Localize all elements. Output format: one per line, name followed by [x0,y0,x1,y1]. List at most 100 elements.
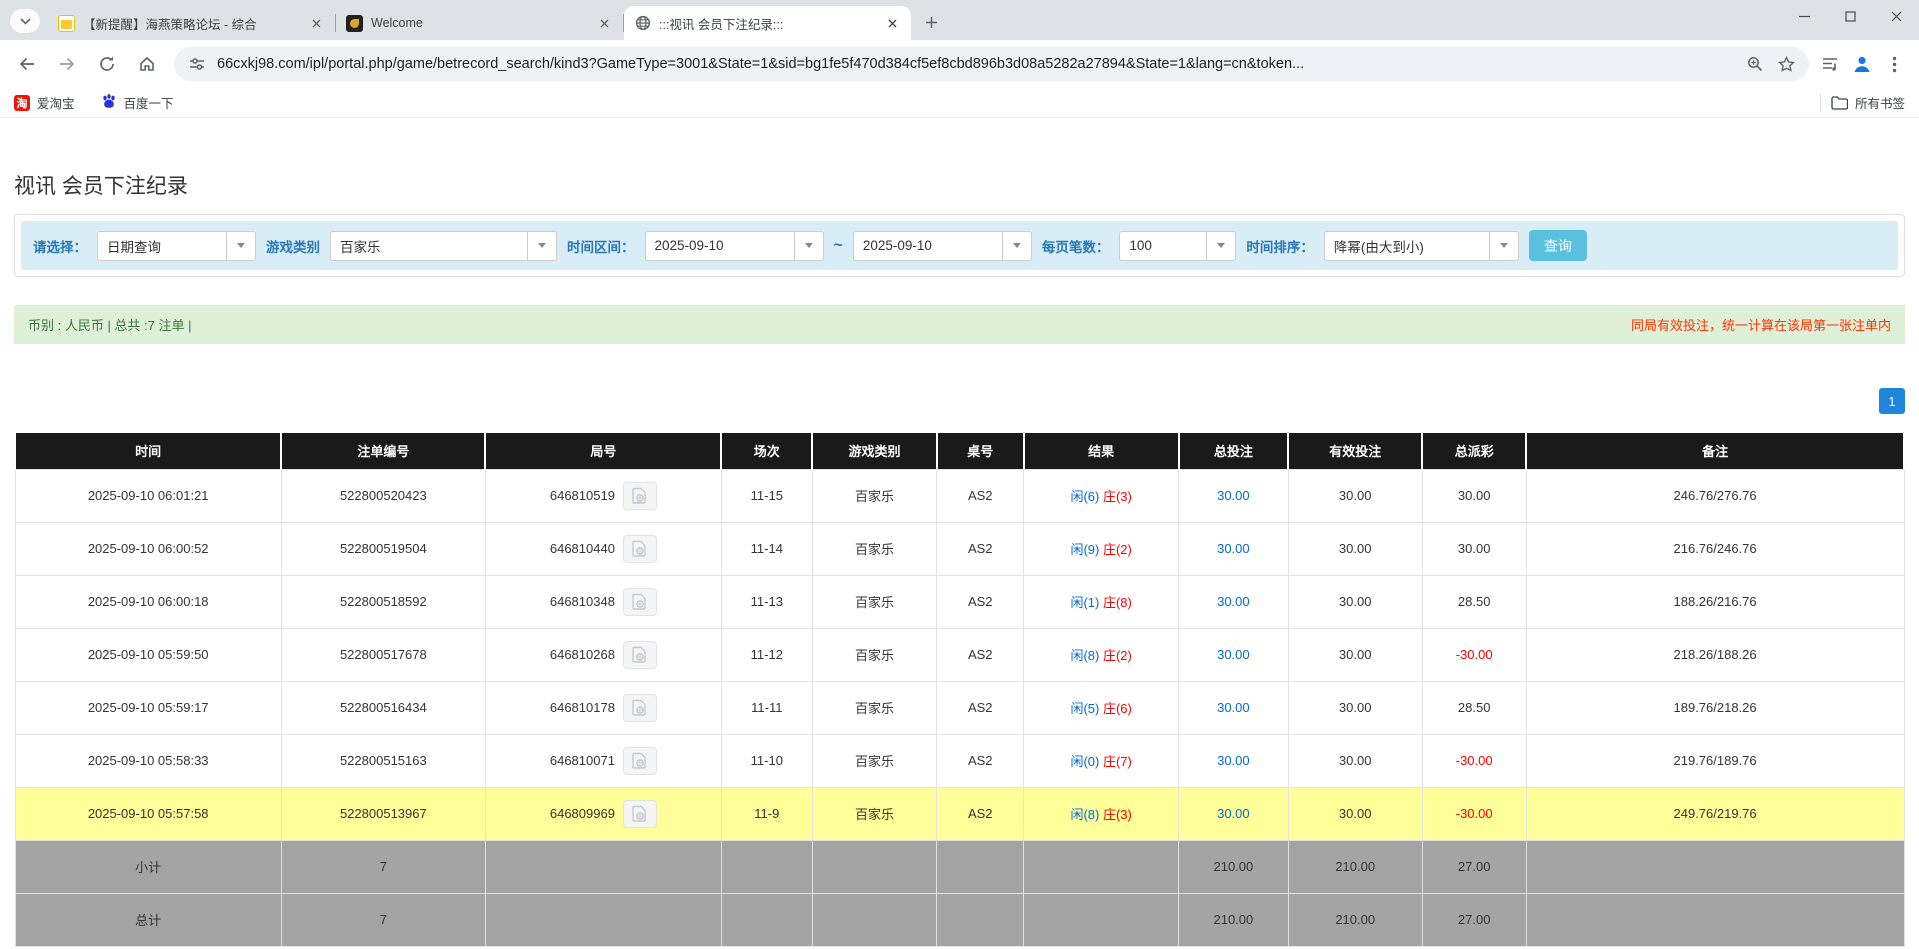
header-table-no: 桌号 [937,433,1024,469]
cell-round: 646810268 [485,628,721,681]
url-text[interactable]: 66cxkj98.com/ipl/portal.php/game/betreco… [217,56,1735,72]
header-session: 场次 [721,433,812,469]
minimize-button[interactable] [1781,0,1827,32]
cell-total-bet: 30.00 [1179,681,1289,734]
subtotal-valid-bet: 210.00 [1288,840,1422,893]
cell-time: 2025-09-10 06:01:21 [15,469,281,522]
game-type-select[interactable]: 百家乐 [330,231,557,261]
search-button[interactable]: 查询 [1529,230,1587,261]
bookmark-taobao[interactable]: 淘 爱淘宝 [14,93,75,112]
cell-game-type: 百家乐 [812,522,937,575]
filter-bar: 请选择： 日期查询 游戏类别 百家乐 时间区间： 2025-09-10 ~ 20 [21,221,1898,270]
chevron-down-icon[interactable] [1206,232,1235,260]
cell-game-type: 百家乐 [812,681,937,734]
total-bet-link[interactable]: 30.00 [1217,806,1250,821]
header-bet-id: 注单编号 [281,433,485,469]
tab-strip: 【新提醒】海燕策略论坛 - 综合 Welcome :::视讯 会员下注纪录::: [0,0,1919,40]
site-settings-icon[interactable] [186,53,208,75]
forward-button[interactable] [50,47,84,81]
video-replay-button[interactable] [623,641,657,669]
video-replay-button[interactable] [623,747,657,775]
date-from-select[interactable]: 2025-09-10 [645,231,824,261]
cell-session: 11-11 [721,681,812,734]
chevron-down-icon[interactable] [527,232,556,260]
address-bar[interactable]: 66cxkj98.com/ipl/portal.php/game/betreco… [174,47,1809,81]
subtotal-label: 小计 [15,840,281,893]
all-bookmarks-button[interactable]: 所有书签 [1831,93,1905,112]
bookmark-star-icon[interactable] [1775,53,1797,75]
tab-welcome[interactable]: Welcome [336,6,623,40]
cell-result: 闲(1) 庄(8) [1024,575,1179,628]
query-type-select[interactable]: 日期查询 [97,231,256,261]
cell-note: 216.76/246.76 [1526,522,1904,575]
cell-table-no: AS2 [937,681,1024,734]
page-size-select[interactable]: 100 [1119,231,1236,261]
header-payout: 总派彩 [1422,433,1526,469]
tab-close-icon[interactable] [307,14,325,32]
tab-close-icon[interactable] [595,14,613,32]
total-bet-link[interactable]: 30.00 [1217,700,1250,715]
media-controls-icon[interactable] [1819,53,1841,75]
currency-summary-text: 币别 : 人民币 | 总共 :7 注单 | [28,315,192,334]
maximize-button[interactable] [1827,0,1873,32]
cell-result: 闲(8) 庄(3) [1024,787,1179,840]
tab-search-button[interactable] [10,9,40,33]
total-row: 总计 7 210.00 210.00 27.00 [15,893,1904,946]
cell-session: 11-14 [721,522,812,575]
cell-bet-id: 522800520423 [281,469,485,522]
date-from-value: 2025-09-10 [646,232,794,260]
video-replay-button[interactable] [623,482,657,510]
reload-button[interactable] [90,47,124,81]
cell-payout: 30.00 [1422,469,1526,522]
cell-payout: 30.00 [1422,522,1526,575]
back-button[interactable] [10,47,44,81]
close-window-button[interactable] [1873,0,1919,32]
chevron-down-icon[interactable] [226,232,255,260]
cell-time: 2025-09-10 06:00:52 [15,522,281,575]
video-file-icon [631,805,648,822]
video-file-icon [631,487,648,504]
new-tab-button[interactable] [917,8,945,36]
video-replay-button[interactable] [623,588,657,616]
home-button[interactable] [130,47,164,81]
cell-round: 646809969 [485,787,721,840]
bookmark-baidu[interactable]: 百度一下 [101,93,174,112]
cell-result: 闲(9) 庄(2) [1024,522,1179,575]
chevron-down-icon[interactable] [794,232,823,260]
video-replay-button[interactable] [623,535,657,563]
video-replay-button[interactable] [623,800,657,828]
zoom-icon[interactable] [1744,53,1766,75]
header-round: 局号 [485,433,721,469]
bookmark-label: 爱淘宝 [37,93,75,112]
total-bet-link[interactable]: 30.00 [1217,541,1250,556]
chevron-down-icon[interactable] [1002,232,1031,260]
video-replay-button[interactable] [623,694,657,722]
cell-round: 646810071 [485,734,721,787]
range-tilde: ~ [834,237,843,255]
menu-dots-icon[interactable] [1883,53,1905,75]
tab-bet-records-active[interactable]: :::视讯 会员下注纪录::: [624,6,911,40]
cell-table-no: AS2 [937,522,1024,575]
pagination-top: 1 [14,388,1905,414]
total-bet-link[interactable]: 30.00 [1217,488,1250,503]
chevron-down-icon[interactable] [1489,232,1518,260]
total-bet-link[interactable]: 30.00 [1217,647,1250,662]
subtotal-count: 7 [281,840,485,893]
tab-forum[interactable]: 【新提醒】海燕策略论坛 - 综合 [48,6,335,40]
cell-table-no: AS2 [937,628,1024,681]
cell-total-bet: 30.00 [1179,575,1289,628]
date-to-select[interactable]: 2025-09-10 [853,231,1032,261]
page-content: 视讯 会员下注纪录 请选择： 日期查询 游戏类别 百家乐 时间区间： 2025-… [0,170,1919,949]
total-bet-link[interactable]: 30.00 [1217,594,1250,609]
profile-avatar-icon[interactable] [1851,53,1873,75]
cell-round: 646810440 [485,522,721,575]
sort-select[interactable]: 降幂(由大到小) [1324,231,1519,261]
cell-valid-bet: 30.00 [1288,628,1422,681]
table-row: 2025-09-10 05:58:33 522800515163 6468100… [15,734,1904,787]
cell-note: 189.76/218.26 [1526,681,1904,734]
tab-close-icon[interactable] [883,14,901,32]
taobao-icon: 淘 [14,95,30,111]
total-bet-link[interactable]: 30.00 [1217,753,1250,768]
page-1-button[interactable]: 1 [1879,388,1905,414]
table-body: 2025-09-10 06:01:21 522800520423 6468105… [15,469,1904,840]
